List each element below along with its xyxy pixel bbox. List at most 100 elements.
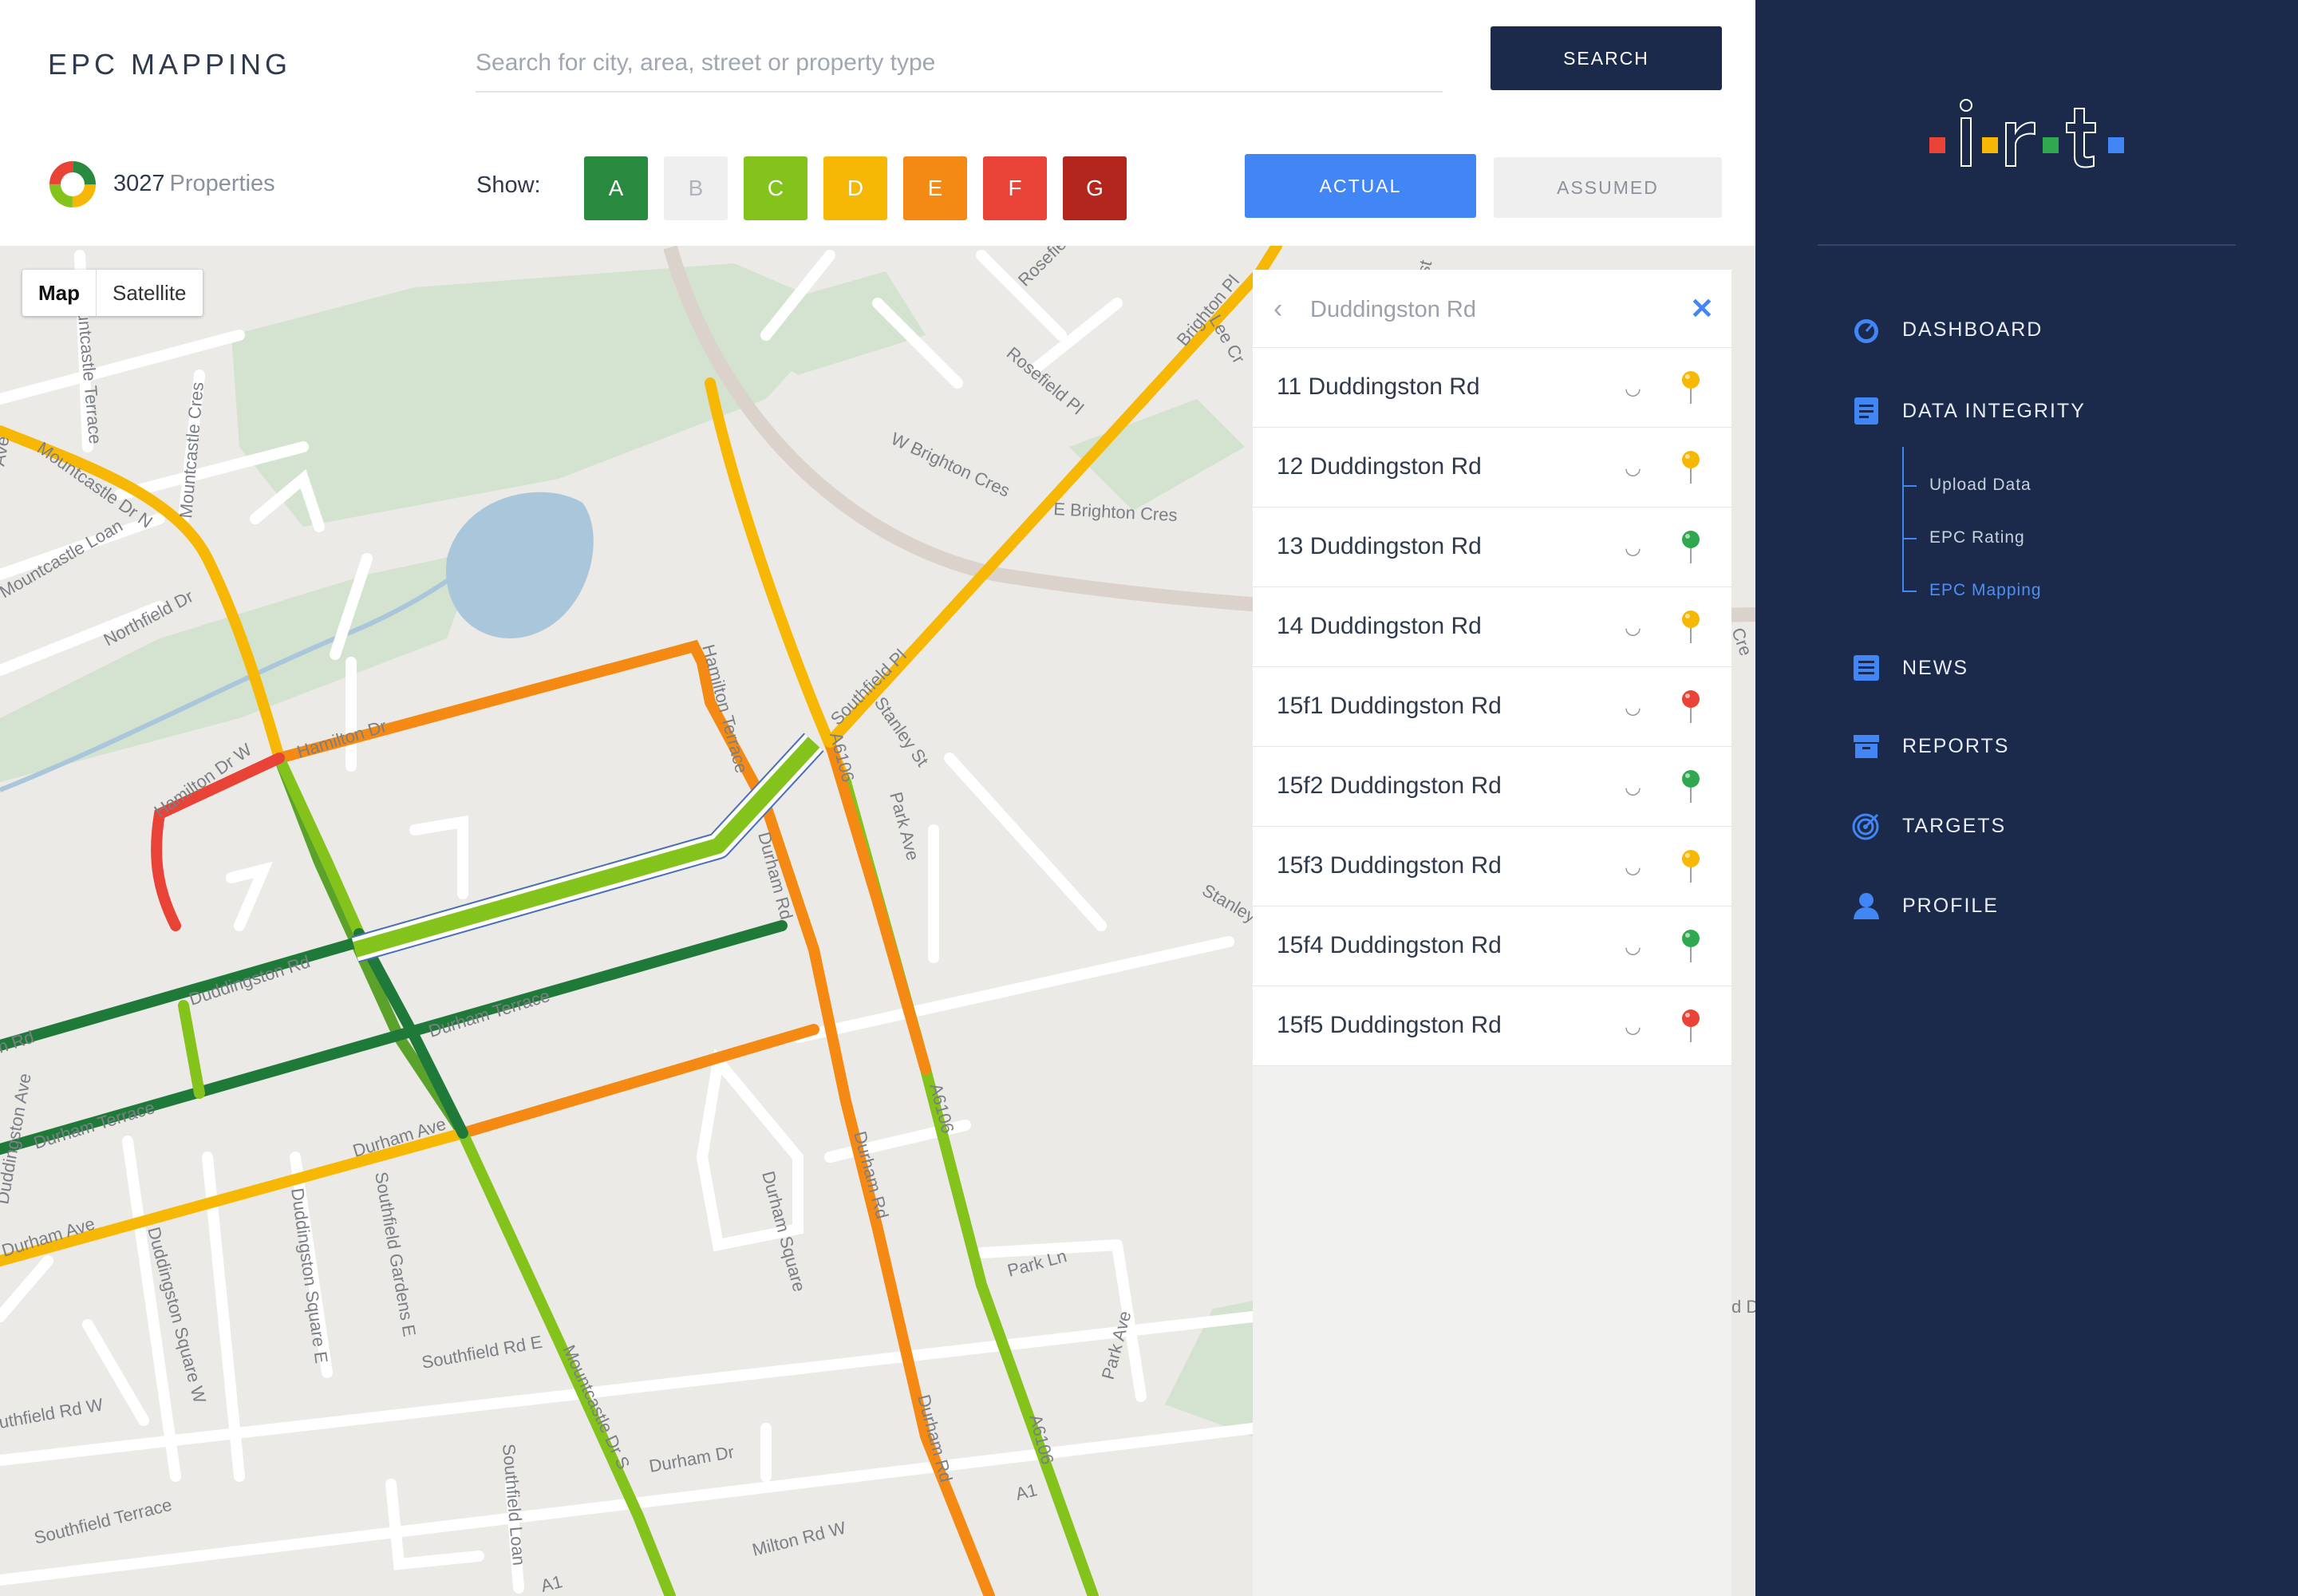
map-label: n Rd bbox=[0, 1027, 37, 1057]
result-address: 13 Duddingston Rd bbox=[1277, 533, 1482, 559]
map-label: d D bbox=[1731, 1297, 1755, 1317]
result-row[interactable]: 15f3 Duddingston Rd ◡ bbox=[1253, 827, 1731, 907]
nav-news[interactable]: NEWS bbox=[1851, 653, 1968, 683]
nav-epc-mapping[interactable]: EPC Mapping bbox=[1929, 581, 2042, 600]
result-row[interactable]: 14 Duddingston Rd ◡ bbox=[1253, 587, 1731, 667]
rating-donut-icon bbox=[49, 161, 96, 207]
back-chevron-icon[interactable]: ‹ bbox=[1273, 294, 1282, 325]
rating-filter-f[interactable]: F bbox=[983, 156, 1047, 220]
map-label: Lee Cr bbox=[1206, 311, 1250, 367]
rating-filter-b[interactable]: B bbox=[664, 156, 728, 220]
rating-filter-c[interactable]: C bbox=[744, 156, 807, 220]
loading-spinner-icon: ◡ bbox=[1625, 617, 1641, 638]
submenu-tick bbox=[1902, 538, 1917, 539]
nav-profile[interactable]: PROFILE bbox=[1851, 891, 1999, 921]
map-label: A1 bbox=[539, 1571, 564, 1596]
nav-reports[interactable]: REPORTS bbox=[1851, 731, 2009, 761]
map-label: Park Ave bbox=[886, 790, 923, 863]
result-row[interactable]: 12 Duddingston Rd ◡ bbox=[1253, 428, 1731, 508]
nav-upload-data[interactable]: Upload Data bbox=[1929, 476, 2031, 495]
map-label: Milton Rd W bbox=[750, 1518, 848, 1560]
nav-data-integrity[interactable]: DATA INTEGRITY bbox=[1851, 396, 2086, 426]
submenu-tree-line bbox=[1902, 447, 1904, 592]
properties-count-label: Properties bbox=[169, 171, 275, 196]
irt-logo bbox=[1929, 99, 2124, 168]
map-label: Durham Dr bbox=[648, 1442, 736, 1476]
result-address: 15f3 Duddingston Rd bbox=[1277, 852, 1502, 879]
loading-spinner-icon: ◡ bbox=[1625, 1016, 1641, 1037]
map-label: E Brighton Cres bbox=[1053, 499, 1178, 525]
search-button[interactable]: SEARCH bbox=[1491, 26, 1722, 90]
map-label: Stanley bbox=[1199, 880, 1260, 926]
result-address: 15f2 Duddingston Rd bbox=[1277, 772, 1502, 799]
map-label: Durham Terrace bbox=[31, 1097, 157, 1153]
map-label: uthfield Rd W bbox=[0, 1394, 105, 1432]
map-pin-icon bbox=[1682, 770, 1700, 803]
news-icon bbox=[1854, 655, 1879, 681]
actual-toggle-button[interactable]: ACTUAL bbox=[1245, 154, 1476, 218]
properties-count-value: 3027 bbox=[113, 171, 165, 196]
park-area bbox=[231, 263, 846, 527]
result-row[interactable]: 15f5 Duddingston Rd ◡ bbox=[1253, 986, 1731, 1066]
result-address: 15f1 Duddingston Rd bbox=[1277, 693, 1502, 719]
result-address: 15f5 Duddingston Rd bbox=[1277, 1012, 1502, 1038]
result-row[interactable]: 11 Duddingston Rd ◡ bbox=[1253, 348, 1731, 428]
map-label: W Brighton Cres bbox=[888, 429, 1013, 501]
map-label: A1 bbox=[1013, 1479, 1039, 1504]
loading-spinner-icon: ◡ bbox=[1625, 856, 1641, 878]
map-type-control: Map Satellite bbox=[22, 270, 203, 316]
close-icon[interactable]: ✕ bbox=[1690, 292, 1714, 326]
target-icon bbox=[1852, 813, 1879, 840]
map-label: Southfield Terrace bbox=[32, 1495, 174, 1548]
properties-count: 3027 Properties bbox=[113, 171, 275, 197]
loading-spinner-icon: ◡ bbox=[1625, 457, 1641, 479]
result-address: 14 Duddingston Rd bbox=[1277, 613, 1482, 639]
search-field[interactable] bbox=[476, 35, 1443, 93]
nav-targets-label: TARGETS bbox=[1902, 814, 2007, 837]
assumed-toggle-button[interactable]: ASSUMED bbox=[1494, 157, 1722, 218]
document-icon bbox=[1854, 397, 1878, 425]
map-type-satellite-button[interactable]: Satellite bbox=[97, 270, 203, 316]
map-type-map-button[interactable]: Map bbox=[22, 270, 97, 316]
map-label: Ave bbox=[0, 435, 13, 468]
map-pin-icon bbox=[1682, 451, 1700, 484]
loading-spinner-icon: ◡ bbox=[1625, 936, 1641, 958]
show-label: Show: bbox=[476, 172, 541, 198]
results-panel-header: ‹ Duddingston Rd ✕ bbox=[1253, 270, 1731, 348]
map-label: Southfield Rd E bbox=[421, 1332, 544, 1373]
map-label: Mountcastle Dr S bbox=[559, 1342, 634, 1472]
search-input[interactable] bbox=[476, 35, 1443, 91]
map-label: Southfield Gardens E bbox=[371, 1171, 420, 1338]
map-label: Stanley St bbox=[871, 693, 933, 770]
gauge-icon bbox=[1854, 319, 1878, 343]
map-label: Cre bbox=[1727, 625, 1755, 658]
nav-reports-label: REPORTS bbox=[1902, 734, 2010, 757]
rating-filter-a[interactable]: A bbox=[584, 156, 648, 220]
result-row[interactable]: 15f4 Duddingston Rd ◡ bbox=[1253, 907, 1731, 986]
nav-targets[interactable]: TARGETS bbox=[1851, 811, 2006, 841]
sidebar: DASHBOARD DATA INTEGRITY Upload Data EPC… bbox=[1755, 0, 2298, 1596]
map-label: Duddingston Square E bbox=[287, 1187, 332, 1365]
rating-filter-d[interactable]: D bbox=[823, 156, 887, 220]
nav-news-label: NEWS bbox=[1902, 656, 1968, 679]
loading-spinner-icon: ◡ bbox=[1625, 377, 1641, 399]
result-address: 12 Duddingston Rd bbox=[1277, 453, 1482, 480]
result-row[interactable]: 15f1 Duddingston Rd ◡ bbox=[1253, 667, 1731, 747]
nav-profile-label: PROFILE bbox=[1902, 894, 1999, 917]
result-row[interactable]: 15f2 Duddingston Rd ◡ bbox=[1253, 747, 1731, 827]
map-label: Southfield Loan bbox=[499, 1443, 529, 1566]
map-label: Rosefie bbox=[1014, 246, 1070, 290]
sidebar-divider bbox=[1818, 244, 2236, 246]
nav-epc-rating[interactable]: EPC Rating bbox=[1929, 528, 2025, 547]
page-title: EPC MAPPING bbox=[48, 48, 292, 81]
nav-dashboard[interactable]: DASHBOARD bbox=[1851, 314, 2043, 345]
result-row[interactable]: 13 Duddingston Rd ◡ bbox=[1253, 508, 1731, 587]
results-panel: ‹ Duddingston Rd ✕ 11 Duddingston Rd ◡ 12 … bbox=[1253, 270, 1731, 1596]
main-area: EPC MAPPING SEARCH 3027Properties Show: … bbox=[0, 0, 1755, 1596]
submenu-tick bbox=[1902, 485, 1917, 487]
nav-data-integrity-label: DATA INTEGRITY bbox=[1902, 399, 2086, 422]
submenu-tick bbox=[1902, 591, 1917, 592]
rating-filter-g[interactable]: G bbox=[1063, 156, 1127, 220]
rating-filter-e[interactable]: E bbox=[903, 156, 967, 220]
map-label: Hamilton Dr bbox=[294, 716, 389, 762]
